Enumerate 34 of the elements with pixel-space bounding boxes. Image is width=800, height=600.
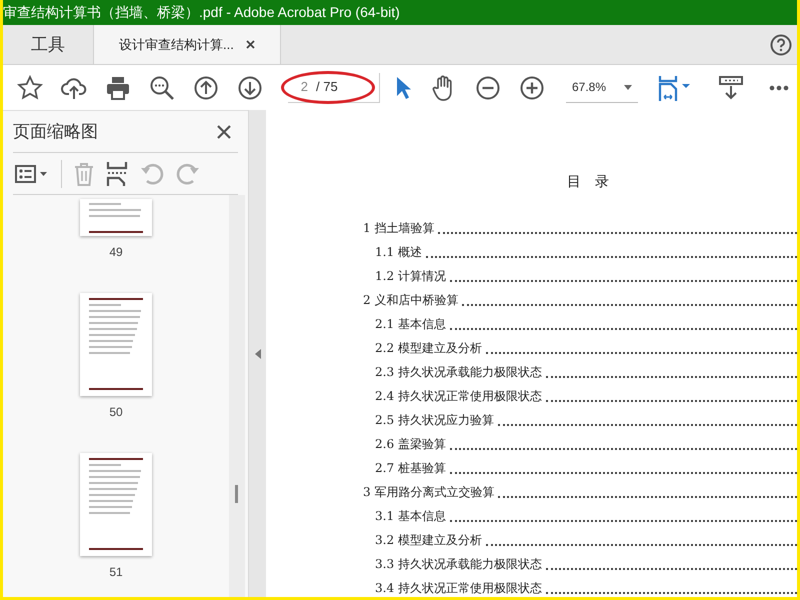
toc-entry[interactable]: 2.7 桩基验算 <box>375 459 446 479</box>
toc-entry[interactable]: 2.2 模型建立及分析 <box>375 339 482 359</box>
toc-entry[interactable]: 2.5 持久状况应力验算 <box>375 411 494 431</box>
toc-entry[interactable]: 1.1 概述 <box>375 243 422 263</box>
toc-entry[interactable]: 2 义和店中桥验算 <box>363 291 458 311</box>
page-thumbnail[interactable] <box>80 199 152 236</box>
collapse-arrow-icon[interactable] <box>254 348 260 358</box>
panel-title: 页面缩略图 <box>13 120 98 143</box>
page-number-label: 49 <box>109 244 123 261</box>
toc-entry[interactable]: 3.3 持久状况承载能力极限状态 <box>375 555 542 575</box>
toc-entry[interactable]: 1.2 计算情况 <box>375 267 446 287</box>
scrollbar[interactable] <box>229 195 245 597</box>
toc-entry[interactable]: 1 挡土墙验算 <box>363 219 434 239</box>
scrollbar-thumb[interactable] <box>235 485 238 503</box>
toc-entry[interactable]: 3.2 模型建立及分析 <box>375 531 482 551</box>
zoom-dropdown[interactable]: 67.8% <box>566 72 638 102</box>
toc-entry[interactable]: 3.4 持久状况正常使用极限状态 <box>375 579 542 597</box>
toc-entry[interactable]: 3.1 基本信息 <box>375 507 446 527</box>
window-title: 审查结构计算书（挡墙、桥梁）.pdf - Adobe Acrobat Pro (64-bit) <box>3 3 400 22</box>
toc-entry[interactable]: 2.4 持久状况正常使用极限状态 <box>375 387 542 407</box>
page-thumbnail[interactable] <box>80 293 152 396</box>
caret-icon <box>624 84 632 90</box>
page-number-label: 51 <box>109 564 123 581</box>
page-number-label: 50 <box>109 404 123 421</box>
page-thumbnail[interactable] <box>80 453 152 556</box>
tab[interactable]: 设计审查结构计算... <box>93 25 281 64</box>
toc-entry[interactable]: 2.3 持久状况承载能力极限状态 <box>375 363 542 383</box>
help-icon[interactable] <box>770 34 792 56</box>
page-number-field[interactable]: 2 / 75 <box>288 72 380 102</box>
toc-entry[interactable]: 3 军用路分离式立交验算 <box>363 483 494 503</box>
toc-heading: 目 录 <box>566 173 610 192</box>
toc-entry[interactable]: 2.1 基本信息 <box>375 315 446 335</box>
close-tab-icon[interactable] <box>246 40 255 49</box>
toc-entry[interactable]: 2.6 盖梁验算 <box>375 435 446 455</box>
